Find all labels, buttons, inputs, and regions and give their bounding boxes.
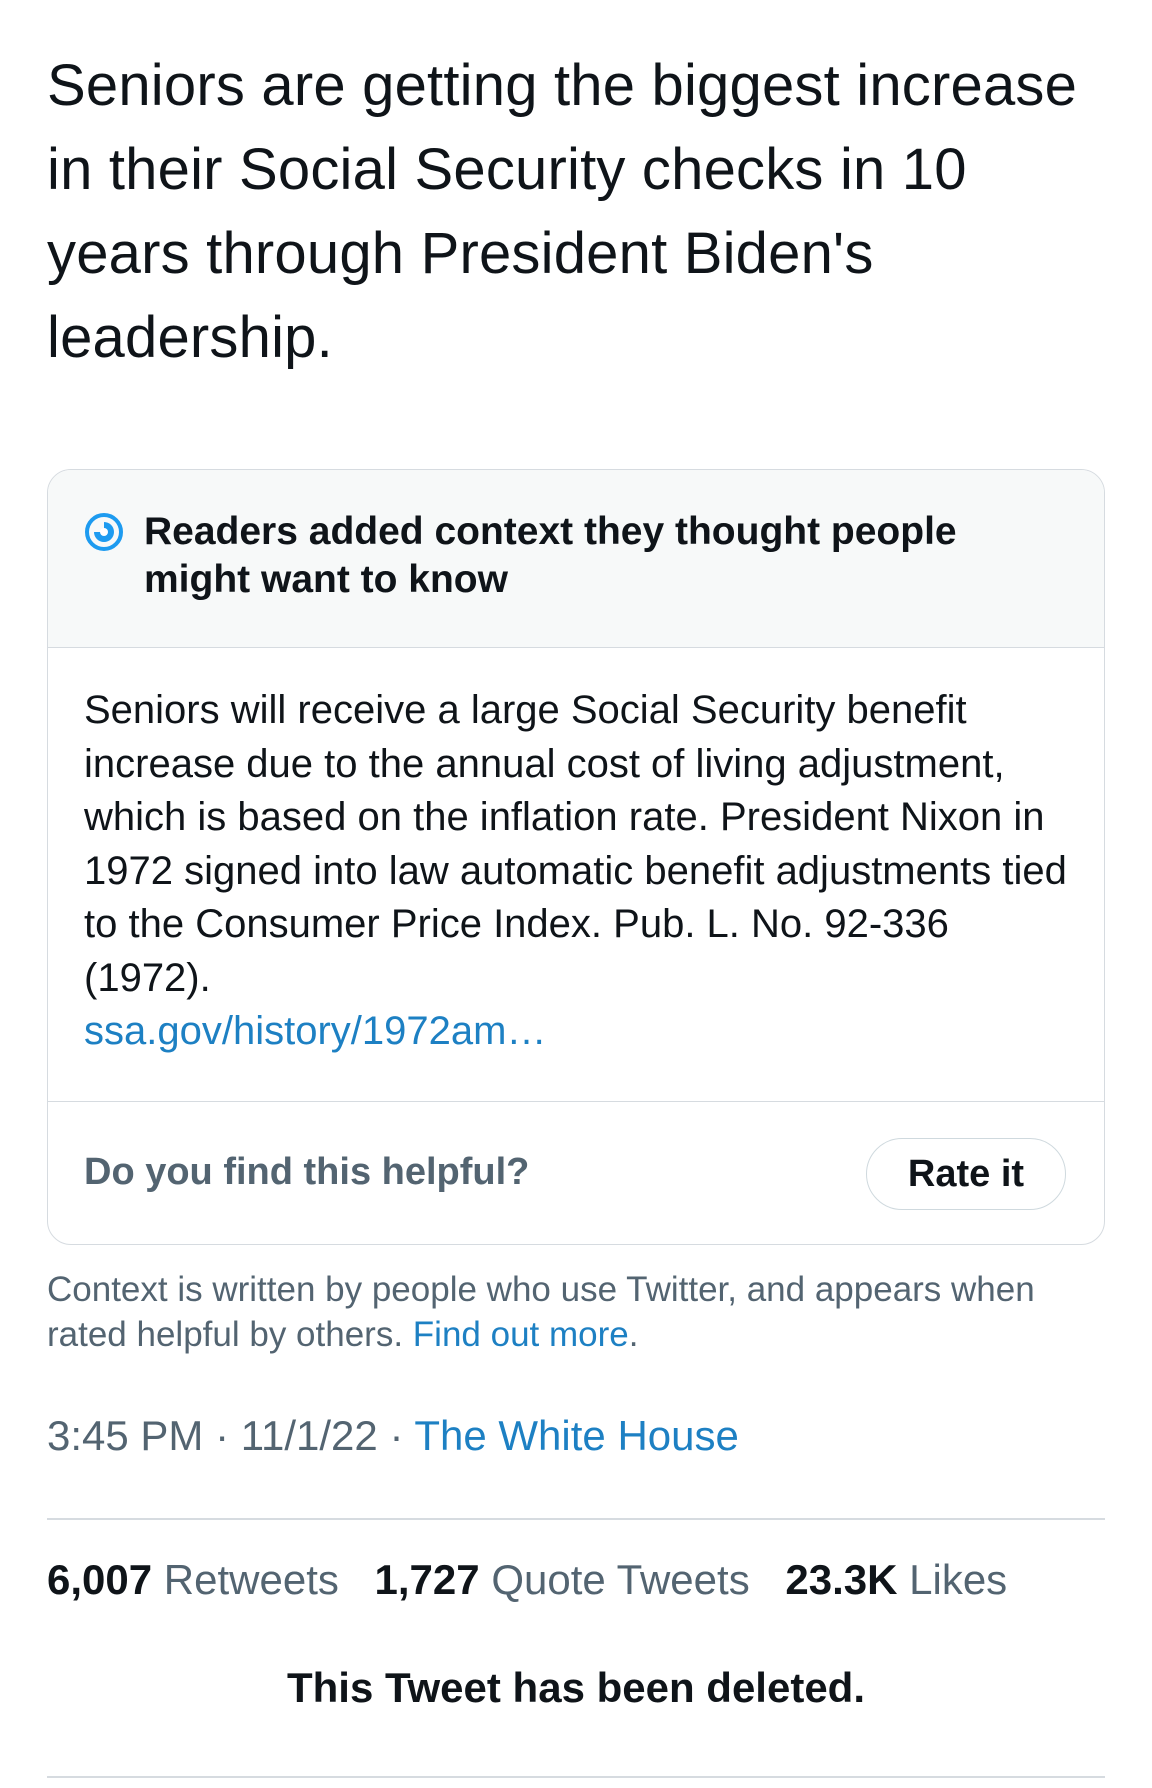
quote-tweets-stat[interactable]: 1,727 Quote Tweets: [375, 1556, 750, 1603]
community-note-text: Seniors will receive a large Social Secu…: [84, 688, 1067, 1000]
tweet-time: 3:45 PM: [47, 1412, 204, 1459]
tweet-date: 11/1/22: [240, 1412, 378, 1459]
community-note-title: Readers added context they thought peopl…: [144, 510, 957, 601]
likes-count: 23.3K: [785, 1556, 898, 1603]
meta-separator: ·: [215, 1412, 230, 1459]
disclaimer-period: .: [628, 1315, 639, 1354]
tweet-text: Seniors are getting the biggest increase…: [47, 53, 1078, 370]
quote-tweets-label: Quote Tweets: [491, 1556, 750, 1603]
find-out-more-link[interactable]: Find out more: [413, 1315, 629, 1354]
community-note-footer: Do you find this helpful? Rate it: [48, 1102, 1104, 1244]
quote-tweets-count: 1,727: [374, 1556, 480, 1603]
likes-stat[interactable]: 23.3K Likes: [785, 1556, 1007, 1603]
retweets-count: 6,007: [47, 1556, 153, 1603]
retweets-label: Retweets: [163, 1556, 339, 1603]
retweets-stat[interactable]: 6,007 Retweets: [47, 1556, 339, 1603]
divider: [47, 1776, 1105, 1778]
meta-separator: ·: [389, 1412, 404, 1459]
community-notes-icon: [85, 513, 123, 551]
likes-label: Likes: [909, 1556, 1008, 1603]
helpful-question: Do you find this helpful?: [84, 1151, 530, 1193]
community-note-text-block: Seniors will receive a large Social Secu…: [84, 684, 1074, 1059]
tweet-source-link[interactable]: The White House: [414, 1412, 738, 1459]
tweet-stats: 6,007 Retweets 1,727 Quote Tweets 23.3K …: [47, 1552, 1031, 1608]
divider: [47, 1518, 1105, 1520]
community-note-body: Seniors will receive a large Social Secu…: [48, 648, 1104, 1102]
community-note-card: Readers added context they thought peopl…: [47, 469, 1105, 1245]
tweet-deleted-notice: This Tweet has been deleted.: [286, 1664, 866, 1711]
rate-it-button[interactable]: Rate it: [866, 1138, 1066, 1210]
tweet-timestamp: 3:45 PM · 11/1/22 · The White House: [47, 1408, 739, 1464]
context-disclaimer: Context is written by people who use Twi…: [47, 1267, 1107, 1357]
community-note-header: Readers added context they thought peopl…: [48, 470, 1104, 648]
community-note-source-link[interactable]: ssa.gov/history/1972am…: [84, 1005, 1074, 1059]
